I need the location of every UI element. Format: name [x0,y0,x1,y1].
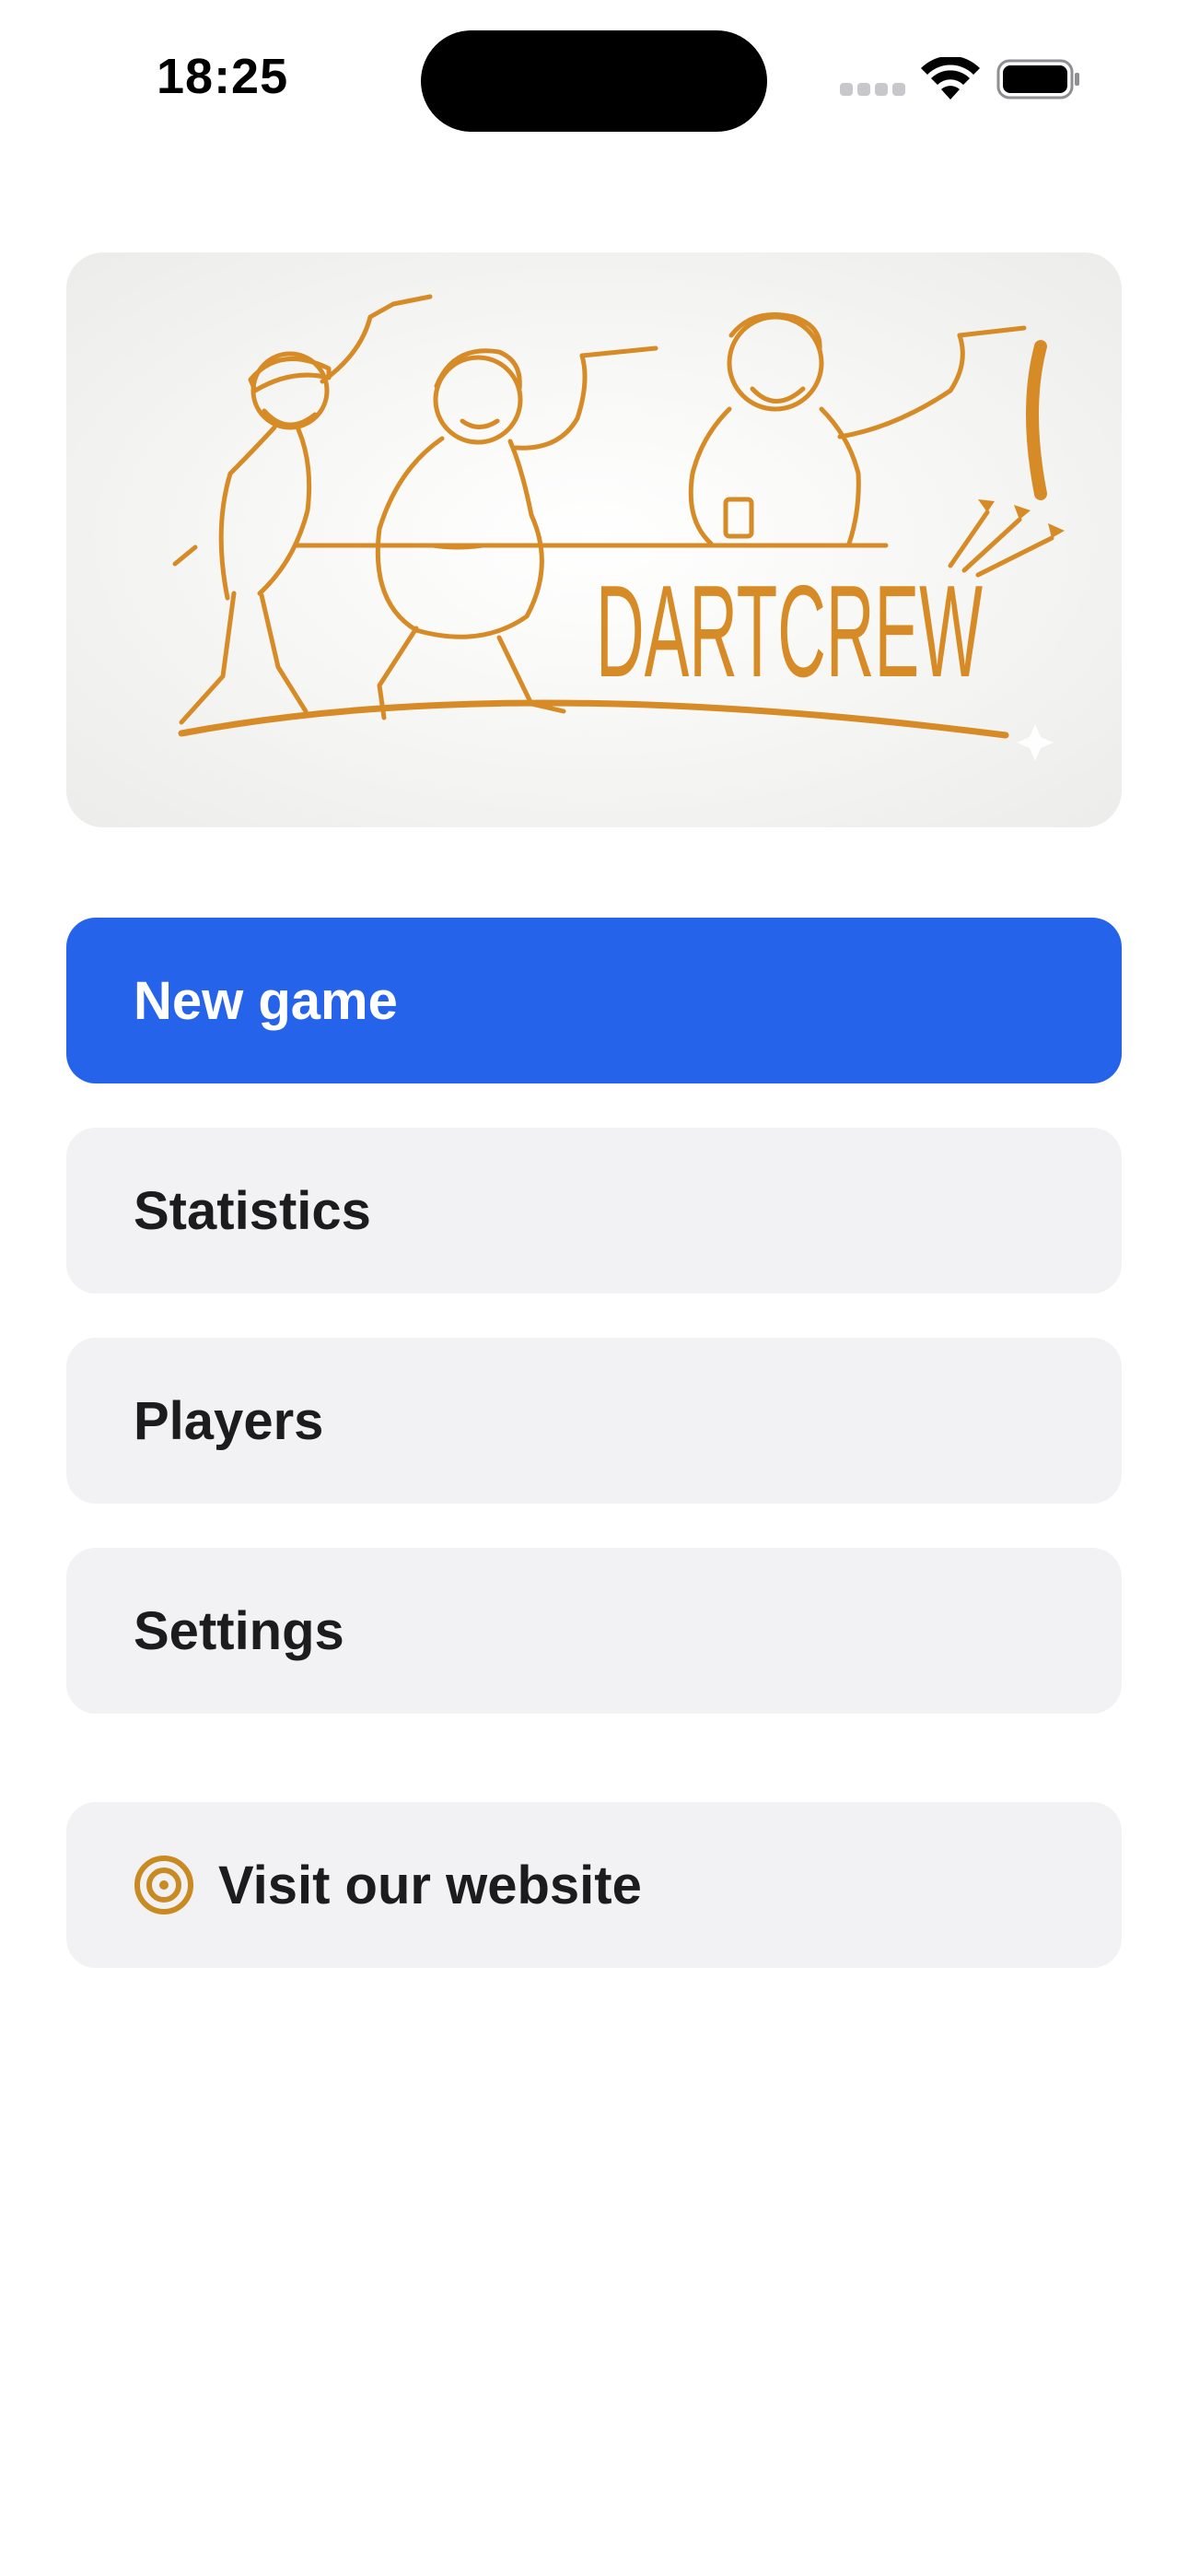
visit-website-label: Visit our website [218,1855,642,1915]
status-time: 18:25 [157,49,289,104]
new-game-label: New game [134,970,398,1031]
battery-icon [996,59,1079,100]
statistics-label: Statistics [134,1180,371,1241]
wifi-icon [921,57,980,100]
statistics-button[interactable]: Statistics [66,1128,1122,1294]
status-bar: 18:25 [0,0,1188,157]
hero-banner: DARTCREW [66,252,1122,827]
dartcrew-illustration: DARTCREW [172,294,1065,761]
cellular-signal-icon [840,83,905,96]
players-label: Players [134,1390,324,1451]
visit-website-button[interactable]: Visit our website [66,1802,1122,1968]
target-icon [134,1856,193,1914]
settings-label: Settings [134,1600,344,1661]
players-button[interactable]: Players [66,1338,1122,1504]
dynamic-island [421,30,767,132]
new-game-button[interactable]: New game [66,918,1122,1083]
brand-wordmark: DARTCREW [596,558,983,705]
settings-button[interactable]: Settings [66,1548,1122,1714]
